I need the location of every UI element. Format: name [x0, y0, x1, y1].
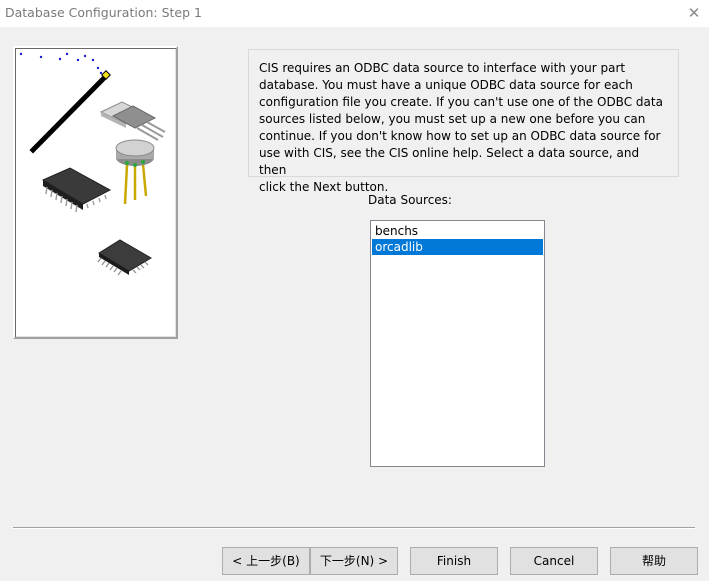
close-button[interactable]: ✕ [679, 0, 709, 27]
instructions-text: CIS requires an ODBC data source to inte… [248, 49, 679, 194]
title-bar: Database Configuration: Step 1 ✕ [0, 0, 709, 27]
cancel-button[interactable]: Cancel [510, 547, 598, 575]
dip-chip-icon [41, 167, 112, 213]
list-item-orcadlib[interactable]: orcadlib [372, 239, 543, 255]
window-title: Database Configuration: Step 1 [5, 5, 202, 20]
finish-button[interactable]: Finish [410, 547, 498, 575]
next-button[interactable]: 下一步(N) > [310, 547, 398, 575]
list-item-benchs[interactable]: benchs [372, 223, 543, 239]
data-sources-label: Data Sources: [368, 193, 452, 207]
back-button[interactable]: < 上一步(B) [222, 547, 310, 575]
soic-chip-icon [97, 239, 152, 276]
wizard-illustration [13, 46, 178, 339]
to5-can-transistor-icon [115, 139, 155, 205]
data-sources-listbox[interactable]: benchs orcadlib [370, 220, 545, 467]
help-button[interactable]: 帮助 [610, 547, 698, 575]
button-separator [13, 527, 695, 529]
illustration-canvas [19, 52, 166, 276]
to220-chip-icon [99, 101, 166, 141]
magic-wand-icon [19, 52, 111, 154]
